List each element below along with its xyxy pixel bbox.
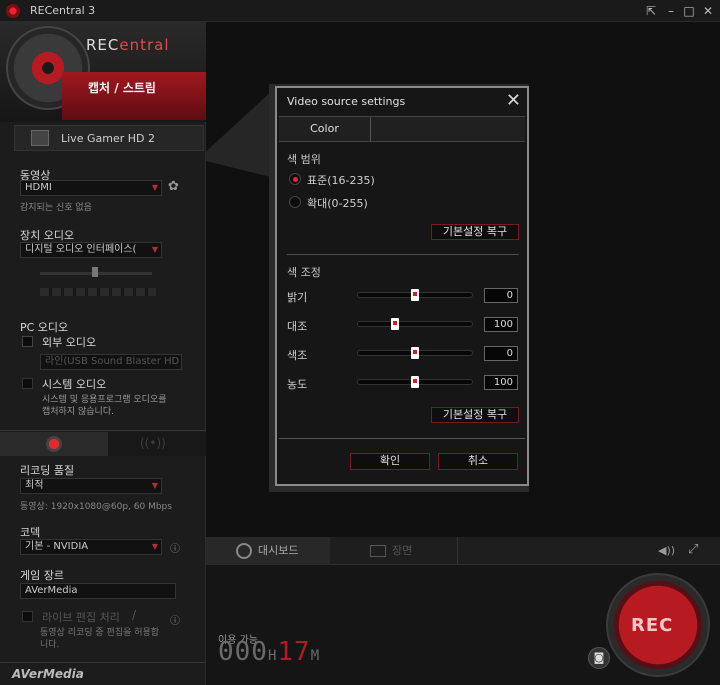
pin-icon[interactable]: ⇱	[643, 3, 659, 19]
brightness-label: 밝기	[287, 291, 308, 304]
game-genre-label: 게임 장르	[20, 569, 64, 582]
info-icon[interactable]: ⓘ	[170, 540, 180, 555]
title-bar: RECentral 3 ⇱ – □ ✕	[0, 0, 720, 22]
live-edit-checkbox[interactable]	[22, 611, 33, 622]
device-audio-label: 장치 오디오	[20, 229, 75, 242]
contrast-slider[interactable]	[357, 321, 473, 327]
hue-value[interactable]: 0	[484, 346, 518, 361]
brightness-value[interactable]: 0	[484, 288, 518, 303]
bottom-tabbar: 대시보드 장면 ◀)) ⤢	[206, 537, 720, 565]
logo-area: RECentral 캡처 / 스트림	[0, 22, 206, 122]
hue-slider-thumb[interactable]	[411, 347, 419, 359]
brightness-slider-thumb[interactable]	[411, 289, 419, 301]
tab-color[interactable]: Color	[279, 117, 371, 141]
minimize-button[interactable]: –	[663, 3, 679, 19]
range-standard-label: 표준(16-235)	[307, 174, 375, 187]
codec-select[interactable]: 기본 - NVIDIA ▼	[20, 539, 162, 555]
device-selector[interactable]: Live Gamer HD 2	[14, 125, 204, 151]
remaining-time: 000H17M	[218, 637, 321, 667]
info-icon[interactable]: ⓘ	[170, 612, 180, 627]
screenshot-camera-icon[interactable]: ◙	[588, 647, 610, 669]
divider	[279, 438, 525, 439]
dialog-close-icon[interactable]: ✕	[506, 90, 521, 111]
quality-select[interactable]: 최적 ▼	[20, 478, 162, 494]
scene-icon	[370, 545, 386, 557]
tab-scene[interactable]: 장면	[330, 537, 458, 565]
system-audio-checkbox[interactable]	[22, 378, 33, 389]
mode-label: 캡처 / 스트림	[88, 81, 156, 95]
maximize-button[interactable]: □	[681, 3, 697, 19]
hue-label: 색조	[287, 349, 308, 362]
fullscreen-icon[interactable]: ⤢	[688, 542, 698, 557]
contrast-slider-thumb[interactable]	[391, 318, 400, 330]
device-audio-select[interactable]: 디지털 오디오 인터페이스(▼	[20, 242, 162, 258]
video-status: 감지되는 신호 없음	[20, 203, 92, 213]
range-extended-label: 확대(0-255)	[307, 197, 368, 210]
dialog-tabs: Color	[279, 116, 525, 142]
color-adjust-label: 색 조정	[287, 266, 321, 279]
game-genre-input[interactable]: AVerMedia	[20, 583, 176, 599]
live-edit-desc-2: 니다.	[40, 640, 60, 650]
saturation-label: 농도	[287, 378, 308, 391]
sidebar: RECentral 캡처 / 스트림 Live Gamer HD 2 동영상 H…	[0, 22, 206, 685]
external-audio-select[interactable]: 라인(USB Sound Blaster HD	[40, 354, 182, 370]
live-edit-label: 라이브 편집 처리	[42, 611, 120, 624]
app-logo: RECentral	[86, 36, 170, 54]
brand-logo: AVerMedia	[12, 667, 84, 681]
pencil-icon: /	[132, 608, 137, 622]
video-source-settings-dialog: Video source settings ✕ Color 색 범위 표준(16…	[275, 86, 529, 486]
bottom-panel: 대시보드 장면 ◀)) ⤢ 이용 가능 000H17M REC ◙	[206, 537, 720, 685]
stream-icon: ((•))	[140, 436, 166, 450]
palette-icon[interactable]: ✿	[168, 179, 179, 194]
device-audio-slider-thumb[interactable]	[92, 267, 98, 277]
codec-label: 코덱	[20, 526, 41, 539]
range-standard-radio[interactable]	[289, 173, 301, 185]
contrast-value[interactable]: 100	[484, 317, 518, 332]
color-range-label: 색 범위	[287, 153, 321, 166]
quality-label: 리코딩 품질	[20, 464, 75, 477]
dialog-title: Video source settings	[287, 95, 406, 108]
ok-button[interactable]: 확인	[350, 453, 430, 470]
contrast-label: 대조	[287, 320, 308, 333]
quality-desc: 동영상: 1920x1080@60p, 60 Mbps	[20, 502, 172, 512]
record-stream-tabs: ((•))	[0, 432, 206, 456]
divider	[287, 254, 519, 255]
saturation-slider-thumb[interactable]	[411, 376, 419, 388]
record-button-label: REC	[631, 615, 674, 636]
system-audio-label: 시스템 오디오	[42, 378, 107, 391]
divider	[0, 662, 206, 663]
window-title: RECentral 3	[30, 4, 96, 17]
record-icon	[46, 436, 62, 452]
video-source-select[interactable]: HDMI ▼	[20, 180, 162, 196]
device-name: Live Gamer HD 2	[61, 132, 155, 145]
close-button[interactable]: ✕	[700, 3, 716, 19]
reset-adjust-button[interactable]: 기본설정 복구	[431, 407, 519, 423]
reset-range-button[interactable]: 기본설정 복구	[431, 224, 519, 240]
range-extended-radio[interactable]	[289, 196, 301, 208]
app-logo-icon	[6, 4, 20, 18]
tab-dashboard[interactable]: 대시보드	[206, 537, 330, 565]
device-icon	[31, 130, 49, 146]
divider	[0, 430, 206, 431]
system-audio-desc-2: 캡처하지 않습니다.	[42, 407, 114, 417]
external-audio-checkbox[interactable]	[22, 336, 33, 347]
dashboard-icon	[236, 543, 252, 559]
tab-stream[interactable]: ((•))	[108, 432, 206, 456]
external-audio-label: 외부 오디오	[42, 336, 97, 349]
tab-record[interactable]	[0, 432, 108, 456]
device-audio-meter	[40, 288, 156, 296]
volume-icon[interactable]: ◀))	[658, 544, 675, 557]
saturation-value[interactable]: 100	[484, 375, 518, 390]
pc-audio-label: PC 오디오	[20, 321, 69, 334]
cancel-button[interactable]: 취소	[438, 453, 518, 470]
